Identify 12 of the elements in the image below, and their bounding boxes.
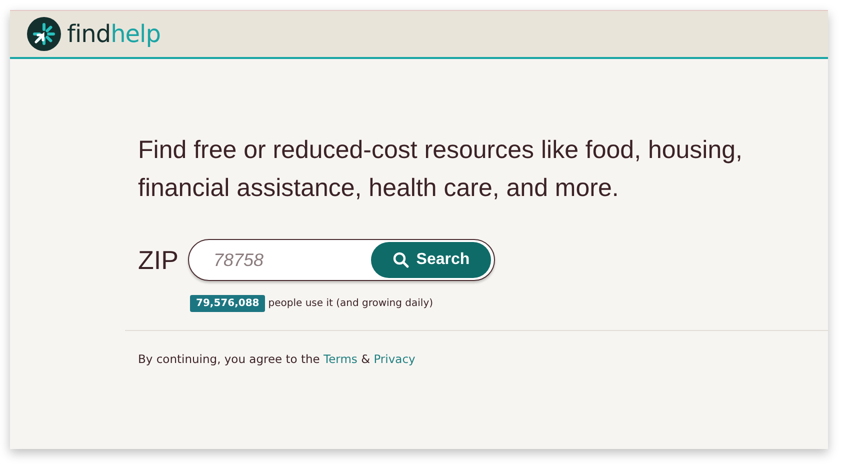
logo-icon xyxy=(27,17,61,51)
zip-field[interactable]: 78758 Search xyxy=(188,239,496,281)
zip-label: ZIP xyxy=(138,244,178,276)
privacy-link[interactable]: Privacy xyxy=(374,352,416,366)
headline: Find free or reduced-cost resources like food, housing, financial assistance, health care, and more. xyxy=(138,135,744,204)
user-count-badge: 79,576,088 xyxy=(190,295,266,312)
consent-text: By continuing, you agree to the Terms & Privacy xyxy=(138,352,416,366)
user-count-caption: people use it (and growing daily) xyxy=(268,298,434,309)
logo-wordmark: findhelp xyxy=(67,20,160,48)
search-button[interactable]: Search xyxy=(371,242,492,278)
terms-link[interactable]: Terms xyxy=(324,352,358,366)
search-icon xyxy=(393,252,410,268)
